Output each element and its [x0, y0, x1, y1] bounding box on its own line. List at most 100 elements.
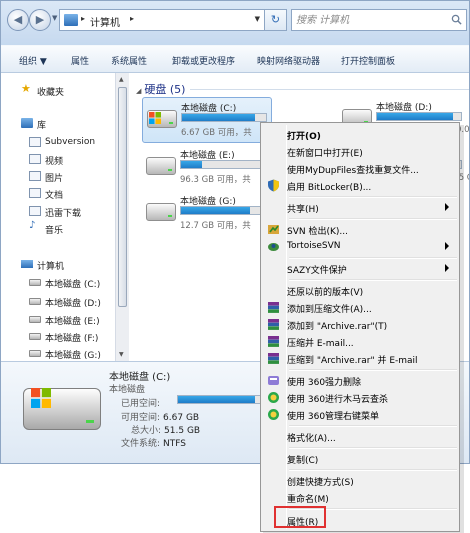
menu-separator	[289, 257, 457, 259]
back-button[interactable]: ◀	[7, 9, 29, 31]
hard-drive-icon	[146, 157, 176, 175]
details-usage-bar	[177, 395, 267, 404]
windows-logo-icon	[31, 388, 51, 408]
menu-item-create-shortcut[interactable]: 创建快捷方式(S)	[263, 472, 457, 489]
computer-icon	[64, 14, 78, 26]
details-drive-title: 本地磁盘 (C:)	[109, 372, 171, 383]
details-total-size: 总大小: 51.5 GB	[131, 426, 201, 436]
music-note-icon: ♪	[29, 220, 36, 231]
windows-logo-icon	[149, 112, 161, 124]
menu-item-compress-email[interactable]: 压缩并 E-mail...	[263, 333, 457, 350]
download-library-icon	[29, 206, 41, 216]
scroll-down-icon[interactable]: ▼	[119, 351, 124, 358]
computer-icon	[21, 260, 33, 268]
menu-item-add-to-archive[interactable]: 添加到压缩文件(A)...	[263, 299, 457, 316]
drive-tile-e[interactable]: 本地磁盘 (E:) 96.3 GB 可用，共	[142, 145, 272, 191]
menu-item-restore-previous[interactable]: 还原以前的版本(V)	[263, 282, 457, 299]
menu-item-format[interactable]: 格式化(A)...	[263, 428, 457, 445]
system-properties-button[interactable]: 系统属性	[111, 54, 147, 67]
winrar-icon	[268, 302, 279, 313]
properties-button[interactable]: 属性	[71, 54, 89, 67]
open-control-panel-button[interactable]: 打开控制面板	[341, 54, 395, 67]
svn-checkout-icon	[268, 225, 279, 234]
submenu-arrow-icon	[445, 242, 449, 250]
drive-tile-g[interactable]: 本地磁盘 (G:) 12.7 GB 可用，共	[142, 191, 272, 237]
drive-tile-c[interactable]: 本地磁盘 (C:) 6.67 GB 可用，共	[142, 97, 272, 143]
navigation-pane: ★ 收藏夹 库 Subversion 视频 图片 文档 迅雷下载 ♪ 音乐 计算…	[1, 73, 115, 361]
uninstall-program-button[interactable]: 卸载或更改程序	[172, 54, 235, 67]
drive-usage-bar	[376, 112, 462, 121]
drive-free-space: 12.7 GB 可用，共	[180, 221, 251, 231]
drive-icon	[29, 316, 41, 323]
menu-item-copy[interactable]: 复制(C)	[263, 450, 457, 467]
menu-item-rename[interactable]: 重命名(M)	[263, 489, 457, 506]
menu-item-open[interactable]: 打开(O)	[263, 126, 457, 143]
scrollbar-thumb[interactable]	[118, 87, 127, 307]
video-library-icon	[29, 154, 41, 164]
winrar-icon	[268, 319, 279, 330]
address-dropdown-icon[interactable]: ▼	[255, 15, 260, 23]
menu-item-svn-checkout[interactable]: SVN 检出(K)...	[263, 221, 457, 238]
scroll-up-icon[interactable]: ▲	[119, 76, 124, 83]
360-security-icon	[268, 392, 279, 403]
nav-scrollbar[interactable]: ▲ ▼	[115, 73, 129, 361]
drive-free-space: 96.3 GB 可用，共	[180, 175, 251, 185]
hard-drive-icon	[146, 203, 176, 221]
address-bar-area: ◀ ▶ ▼ ▸ 计算机 ▸ ▼ ↻	[1, 1, 469, 45]
address-field[interactable]: ▸ 计算机 ▸ ▼	[59, 9, 265, 31]
hard-disk-group-header[interactable]: ◢ 硬盘 (5)	[136, 81, 185, 97]
history-dropdown-icon[interactable]: ▼	[52, 14, 57, 22]
details-file-system: 文件系统: NTFS	[121, 439, 187, 449]
menu-item-open-new-window[interactable]: 在新窗口中打开(E)	[263, 143, 457, 160]
menu-item-bitlocker[interactable]: 启用 BitLocker(B)...	[263, 177, 457, 194]
search-icon[interactable]	[451, 14, 462, 25]
breadcrumb-computer[interactable]: 计算机	[90, 14, 120, 29]
library-icon	[21, 118, 33, 128]
breadcrumb-arrow-icon[interactable]: ▸	[130, 14, 134, 23]
details-used-label: 已用空间:	[121, 399, 161, 409]
organize-button[interactable]: 组织 ▼	[19, 54, 47, 67]
drive-icon	[29, 333, 41, 340]
picture-library-icon	[29, 171, 41, 181]
search-box[interactable]	[291, 9, 467, 31]
drive-icon	[29, 298, 41, 305]
menu-separator	[289, 425, 457, 427]
shield-icon	[268, 179, 279, 192]
menu-separator	[289, 279, 457, 281]
drive-usage-bar	[180, 160, 266, 169]
menu-item-sazy-protection[interactable]: SAZY文件保护	[263, 260, 457, 277]
winrar-icon	[268, 336, 279, 347]
menu-item-360-force-delete[interactable]: 使用 360强力删除	[263, 372, 457, 389]
details-drive-type: 本地磁盘	[109, 385, 146, 395]
details-free-space: 可用空间: 6.67 GB	[121, 413, 200, 423]
properties-highlight-box	[274, 506, 326, 528]
menu-item-compress-rar-email[interactable]: 压缩到 "Archive.rar" 并 E-mail	[263, 350, 457, 367]
360-security-icon	[268, 409, 279, 420]
drive-icon	[29, 279, 41, 286]
menu-separator	[289, 469, 457, 471]
subversion-library-icon	[29, 137, 41, 147]
command-bar: 组织 ▼ 属性 系统属性 卸载或更改程序 映射网络驱动器 打开控制面板	[1, 45, 469, 73]
document-library-icon	[29, 188, 41, 198]
map-network-drive-button[interactable]: 映射网络驱动器	[257, 54, 320, 67]
menu-separator	[289, 218, 457, 220]
menu-item-360-manage-menu[interactable]: 使用 360管理右键菜单	[263, 406, 457, 423]
menu-item-360-trojan-scan[interactable]: 使用 360进行木马云查杀	[263, 389, 457, 406]
context-menu: 打开(O) 在新窗口中打开(E) 使用MyDupFiles查找重复文件... 启…	[260, 122, 460, 532]
forward-button[interactable]: ▶	[29, 9, 51, 31]
menu-item-add-to-rar[interactable]: 添加到 "Archive.rar"(T)	[263, 316, 457, 333]
search-input[interactable]	[296, 13, 446, 28]
collapse-arrow-icon[interactable]: ◢	[136, 87, 141, 95]
menu-separator	[289, 369, 457, 371]
submenu-arrow-icon	[445, 264, 449, 272]
star-icon: ★	[21, 82, 31, 95]
breadcrumb-arrow-icon[interactable]: ▸	[81, 14, 85, 23]
menu-item-share[interactable]: 共享(H)	[263, 199, 457, 216]
winrar-icon	[268, 353, 279, 364]
menu-item-tortoisesvn[interactable]: TortoiseSVN	[263, 238, 457, 255]
menu-item-mydupfiles[interactable]: 使用MyDupFiles查找重复文件...	[263, 160, 457, 177]
refresh-button[interactable]: ↻	[265, 9, 287, 31]
submenu-arrow-icon	[445, 203, 449, 211]
tortoise-svn-icon	[268, 243, 279, 251]
drive-usage-bar	[180, 206, 266, 215]
